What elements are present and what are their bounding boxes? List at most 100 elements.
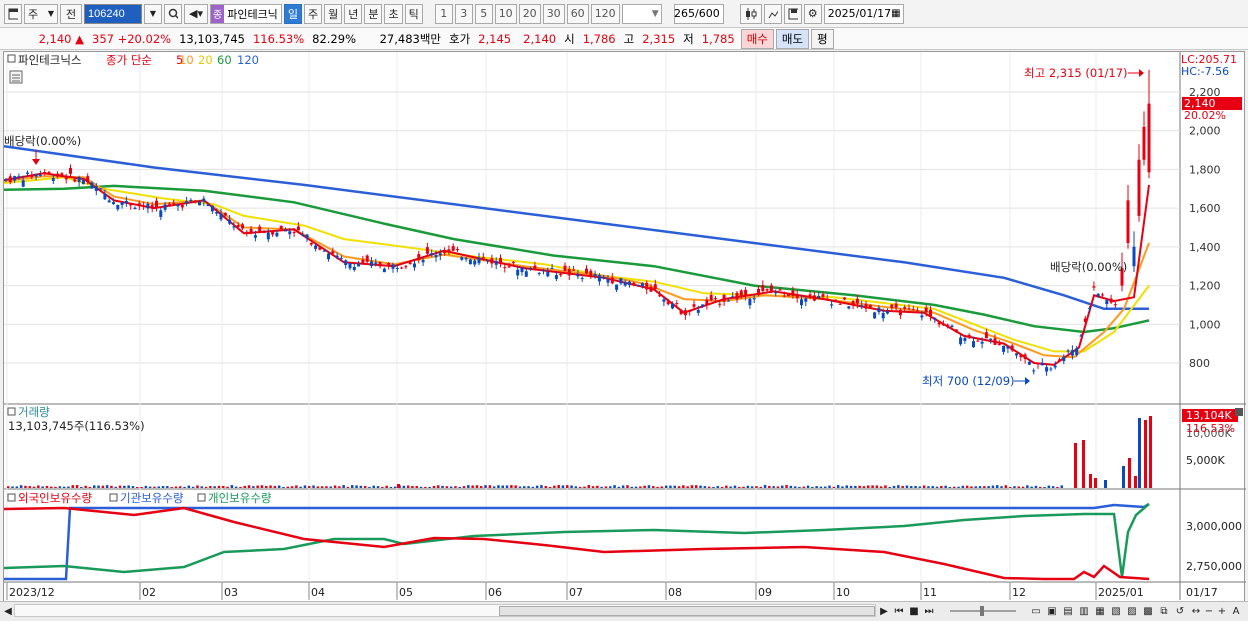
rewind-icon[interactable]: ⏮	[893, 604, 905, 618]
layout-icon-4[interactable]: ▥	[1078, 604, 1090, 618]
layout-icon-5[interactable]: ▦	[1094, 604, 1106, 618]
forward-icon[interactable]: ⏭	[923, 604, 935, 618]
period-select[interactable]: 전	[60, 3, 82, 24]
stop-icon[interactable]: ■	[908, 604, 920, 618]
candle-body	[507, 266, 511, 268]
candle-body	[322, 250, 326, 252]
candle-body	[219, 213, 223, 220]
minute-20[interactable]: 20	[518, 3, 541, 24]
period-second[interactable]: 초	[384, 3, 403, 24]
volume-bar	[204, 486, 208, 488]
chart-canvas[interactable]: 파인테크닉스 종가 단순 5 10 20 60 120 배당락(0.00%) 배…	[3, 52, 1246, 607]
speaker-icon[interactable]: ◀▾	[184, 3, 208, 24]
text-tool-icon[interactable]: A	[1230, 604, 1242, 618]
candle-body	[464, 258, 468, 260]
zoom-out-icon[interactable]: ↔	[1190, 604, 1202, 618]
minute-120[interactable]: 120	[590, 3, 620, 24]
layout-icon-9[interactable]: ⧉	[1158, 604, 1170, 618]
candle-body	[382, 268, 386, 273]
sell-button[interactable]: 매도	[775, 28, 810, 49]
buy-button[interactable]: 매수	[740, 28, 774, 49]
volume-bar	[1030, 486, 1033, 488]
candle-body	[438, 253, 442, 256]
layout-icon-8[interactable]: ▩	[1142, 604, 1154, 618]
layout-icon-3[interactable]: ▤	[1062, 604, 1074, 618]
candle-body	[1070, 350, 1074, 356]
indicator-icon[interactable]	[763, 3, 782, 24]
calendar-icon[interactable]: ▦	[891, 8, 900, 19]
volume-bar	[634, 486, 638, 488]
candle-body	[886, 311, 889, 314]
candle-body	[731, 296, 735, 298]
candle-body	[933, 317, 937, 320]
volume-bar	[557, 485, 560, 488]
data-count-field[interactable]: 265/600	[673, 3, 724, 24]
legend-ma120: 120	[237, 53, 259, 67]
candle-body	[370, 261, 373, 267]
search-icon[interactable]	[164, 3, 182, 24]
candle-body	[1027, 361, 1031, 365]
minute-5[interactable]: 5	[474, 3, 493, 24]
volume-bar	[269, 485, 272, 488]
refresh-icon[interactable]: ↺	[1174, 604, 1186, 618]
candle-body	[894, 303, 898, 308]
volume-bar	[397, 484, 400, 488]
plus-icon[interactable]: +	[1216, 604, 1228, 618]
layout-icon-2[interactable]: ▣	[1046, 604, 1058, 618]
market-select[interactable]: 주 ▼	[24, 3, 58, 24]
window-icon[interactable]	[4, 3, 22, 24]
average-button[interactable]: 평	[811, 28, 834, 49]
volume-bar	[948, 486, 952, 488]
code-dropdown-button[interactable]: ▼	[144, 3, 162, 24]
candle-body	[189, 199, 193, 202]
volume-bar	[338, 486, 341, 488]
candle-body	[352, 267, 356, 271]
stock-name-badge[interactable]: 종 파인테크닉	[210, 3, 282, 24]
candle-body	[185, 201, 189, 204]
zoom-slider[interactable]	[948, 604, 1018, 618]
horizontal-scrollbar[interactable]	[14, 604, 876, 617]
candle-body	[714, 298, 717, 300]
minus-icon[interactable]: −	[1203, 604, 1215, 618]
scroll-left-icon[interactable]: ◀	[2, 604, 14, 618]
minute-3[interactable]: 3	[454, 3, 473, 24]
period-tick[interactable]: 틱	[404, 3, 423, 24]
custom-period-select[interactable]: ▼	[621, 3, 662, 24]
candle-body	[400, 267, 404, 269]
legend-stock-name: 파인테크닉스	[18, 53, 81, 67]
scroll-thumb[interactable]	[499, 606, 875, 616]
period-month[interactable]: 월	[324, 3, 343, 24]
minute-1[interactable]: 1	[434, 3, 453, 24]
candle-body	[950, 325, 954, 328]
stock-code-input[interactable]	[84, 3, 142, 24]
volume-tag: 13,104K	[1186, 409, 1232, 422]
volume-bar	[1021, 486, 1025, 488]
minute-30[interactable]: 30	[542, 3, 565, 24]
gear-icon[interactable]: ⚙	[803, 3, 822, 24]
volume-bar	[815, 486, 818, 488]
volume-bar	[161, 485, 165, 488]
save-icon[interactable]	[783, 3, 802, 24]
candle-body	[133, 207, 137, 210]
candle-body	[1088, 307, 1092, 309]
layout-icon-1[interactable]: ▭	[1030, 604, 1042, 618]
volume-bar	[1043, 486, 1046, 488]
period-day[interactable]: 일	[283, 3, 302, 24]
volume-close-icon[interactable]	[1235, 408, 1243, 416]
period-year[interactable]: 년	[344, 3, 363, 24]
date-field[interactable]: 2025/01/17 ▦	[823, 3, 904, 24]
chart-area[interactable]: 파인테크닉스 종가 단순 5 10 20 60 120 배당락(0.00%) 배…	[3, 51, 1246, 607]
candle-body	[241, 224, 244, 229]
volume-bar	[97, 485, 100, 488]
candle-type-icon[interactable]	[739, 3, 762, 24]
layout-icon-6[interactable]: ▧	[1110, 604, 1122, 618]
period-week[interactable]: 주	[303, 3, 323, 24]
scroll-right-icon[interactable]: ▶	[878, 604, 890, 618]
minute-10[interactable]: 10	[494, 3, 517, 24]
volume-bar	[720, 486, 724, 488]
layout-icon-7[interactable]: ▨	[1126, 604, 1138, 618]
minute-60[interactable]: 60	[566, 3, 589, 24]
volume-bar	[587, 485, 590, 488]
candle-body	[447, 249, 451, 252]
period-minute[interactable]: 분	[364, 3, 383, 24]
